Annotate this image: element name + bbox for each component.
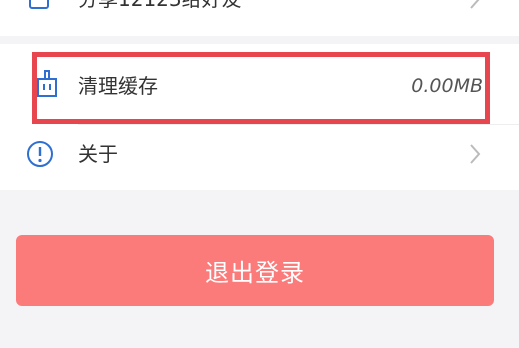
about-label: 关于 [78, 142, 118, 166]
info-icon [26, 140, 54, 172]
share-row[interactable]: 分享12123给好友 [0, 0, 519, 30]
row-divider [78, 124, 519, 125]
share-icon [28, 0, 50, 14]
chevron-right-icon [469, 0, 481, 14]
highlight-annotation-box [32, 52, 490, 124]
logout-button[interactable]: 退出登录 [16, 235, 494, 306]
share-row-label: 分享12123给好友 [78, 0, 242, 11]
share-section: 分享12123给好友 [0, 0, 519, 36]
about-row[interactable]: 关于 [0, 126, 519, 186]
chevron-right-icon [469, 143, 481, 169]
